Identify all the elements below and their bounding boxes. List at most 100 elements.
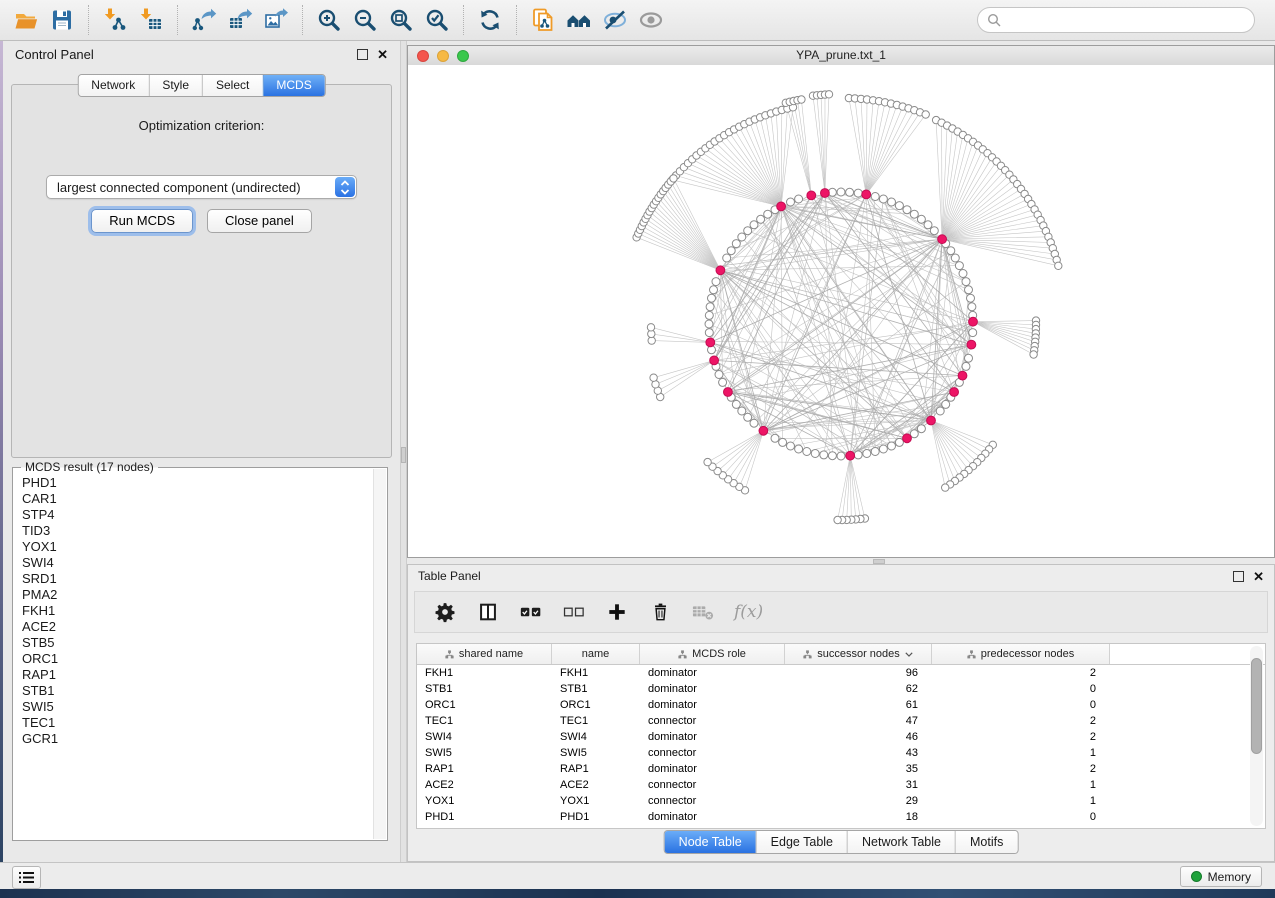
mcds-result-item[interactable]: ACE2 (22, 619, 386, 635)
mcds-result-item[interactable]: STB5 (22, 635, 386, 651)
tab-mcds[interactable]: MCDS (262, 75, 324, 96)
ring-node[interactable] (811, 450, 819, 458)
leaf-node[interactable] (704, 458, 711, 465)
mcds-hub-node[interactable] (706, 338, 715, 347)
ring-node[interactable] (965, 354, 973, 362)
ring-node[interactable] (795, 195, 803, 203)
column-header-predecessor-nodes[interactable]: predecessor nodes (932, 644, 1110, 664)
table-row[interactable]: SWI4SWI4dominator462 (417, 729, 1265, 745)
mcds-hub-node[interactable] (821, 189, 830, 198)
mcds-result-item[interactable]: ORC1 (22, 651, 386, 667)
table-row[interactable]: RAP1RAP1dominator352 (417, 761, 1265, 777)
mcds-result-item[interactable]: GCR1 (22, 731, 386, 747)
ring-node[interactable] (888, 198, 896, 206)
leaf-node[interactable] (1030, 351, 1037, 358)
ring-node[interactable] (917, 425, 925, 433)
float-panel-icon[interactable] (1233, 571, 1244, 582)
minimize-window-icon[interactable] (437, 50, 449, 62)
mcds-hub-node[interactable] (927, 416, 936, 425)
vertical-splitter[interactable] (400, 41, 407, 862)
mcds-hub-node[interactable] (716, 266, 725, 275)
ring-node[interactable] (924, 221, 932, 229)
ring-node[interactable] (732, 400, 740, 408)
zoom-selected-icon[interactable] (419, 3, 455, 37)
ring-node[interactable] (962, 278, 970, 286)
save-session-icon[interactable] (44, 3, 80, 37)
ring-node[interactable] (771, 434, 779, 442)
leaf-node[interactable] (942, 484, 949, 491)
column-header-shared-name[interactable]: shared name (417, 644, 552, 664)
ring-node[interactable] (917, 215, 925, 223)
leaf-node[interactable] (834, 516, 841, 523)
ring-node[interactable] (910, 210, 918, 218)
ring-node[interactable] (837, 188, 845, 196)
ring-node[interactable] (727, 247, 735, 255)
mcds-result-item[interactable]: CAR1 (22, 491, 386, 507)
ring-node[interactable] (968, 303, 976, 311)
mcds-result-item[interactable]: SWI5 (22, 699, 386, 715)
ring-node[interactable] (764, 210, 772, 218)
close-panel-icon[interactable]: ✕ (377, 50, 388, 59)
leaf-node[interactable] (922, 111, 929, 118)
tab-motifs[interactable]: Motifs (955, 831, 1017, 853)
ring-node[interactable] (942, 400, 950, 408)
search-box[interactable] (977, 7, 1255, 33)
ring-node[interactable] (723, 254, 731, 262)
leaf-node[interactable] (650, 374, 657, 381)
table-scrollbar[interactable] (1250, 646, 1263, 826)
splitter-grip[interactable] (401, 447, 406, 463)
ring-node[interactable] (888, 442, 896, 450)
tab-node-table[interactable]: Node Table (665, 831, 756, 853)
ring-node[interactable] (795, 445, 803, 453)
mcds-result-item[interactable]: YOX1 (22, 539, 386, 555)
table-settings-gear-icon[interactable] (433, 599, 457, 625)
ring-node[interactable] (879, 445, 887, 453)
close-panel-button[interactable]: Close panel (207, 209, 312, 233)
ring-node[interactable] (787, 442, 795, 450)
mcds-result-item[interactable]: FKH1 (22, 603, 386, 619)
tab-style[interactable]: Style (148, 75, 202, 96)
add-column-icon[interactable] (605, 599, 629, 625)
ring-node[interactable] (750, 221, 758, 229)
table-row[interactable]: TEC1TEC1connector472 (417, 713, 1265, 729)
ring-node[interactable] (757, 215, 765, 223)
mcds-list-scrollbar[interactable] (373, 469, 386, 839)
ring-node[interactable] (715, 371, 723, 379)
mcds-hub-node[interactable] (807, 191, 816, 200)
float-panel-icon[interactable] (357, 49, 368, 60)
close-window-icon[interactable] (417, 50, 429, 62)
ring-node[interactable] (708, 294, 716, 302)
search-input[interactable] (1002, 9, 1254, 31)
ring-node[interactable] (962, 362, 970, 370)
zoom-out-icon[interactable] (347, 3, 383, 37)
table-row[interactable]: SWI5SWI5connector431 (417, 745, 1265, 761)
mcds-hub-node[interactable] (724, 388, 733, 397)
maximize-window-icon[interactable] (457, 50, 469, 62)
tab-network-table[interactable]: Network Table (847, 831, 955, 853)
ring-node[interactable] (705, 320, 713, 328)
ring-node[interactable] (930, 227, 938, 235)
select-all-columns-icon[interactable] (519, 599, 543, 625)
deselect-all-columns-icon[interactable] (562, 599, 586, 625)
ring-node[interactable] (712, 278, 720, 286)
mcds-result-item[interactable]: SRD1 (22, 571, 386, 587)
ring-node[interactable] (828, 452, 836, 460)
network-window-titlebar[interactable]: YPA_prune.txt_1 (408, 46, 1274, 66)
tab-edge-table[interactable]: Edge Table (756, 831, 847, 853)
column-header-MCDS-role[interactable]: MCDS role (640, 644, 785, 664)
ring-node[interactable] (947, 247, 955, 255)
ring-node[interactable] (820, 451, 828, 459)
copy-style-icon[interactable] (525, 3, 561, 37)
mcds-result-list[interactable]: PHD1CAR1STP4TID3YOX1SWI4SRD1PMA2FKH1ACE2… (14, 469, 386, 839)
table-scrollbar-thumb[interactable] (1251, 658, 1262, 754)
mcds-result-item[interactable]: PHD1 (22, 475, 386, 491)
mcds-hub-node[interactable] (777, 202, 786, 211)
export-network-icon[interactable] (186, 3, 222, 37)
mcds-result-item[interactable]: STP4 (22, 507, 386, 523)
column-header-name[interactable]: name (552, 644, 640, 664)
ring-node[interactable] (738, 233, 746, 241)
status-menu-button[interactable] (12, 866, 41, 889)
mcds-hub-node[interactable] (969, 317, 978, 326)
ring-node[interactable] (863, 450, 871, 458)
show-columns-icon[interactable] (476, 599, 500, 625)
